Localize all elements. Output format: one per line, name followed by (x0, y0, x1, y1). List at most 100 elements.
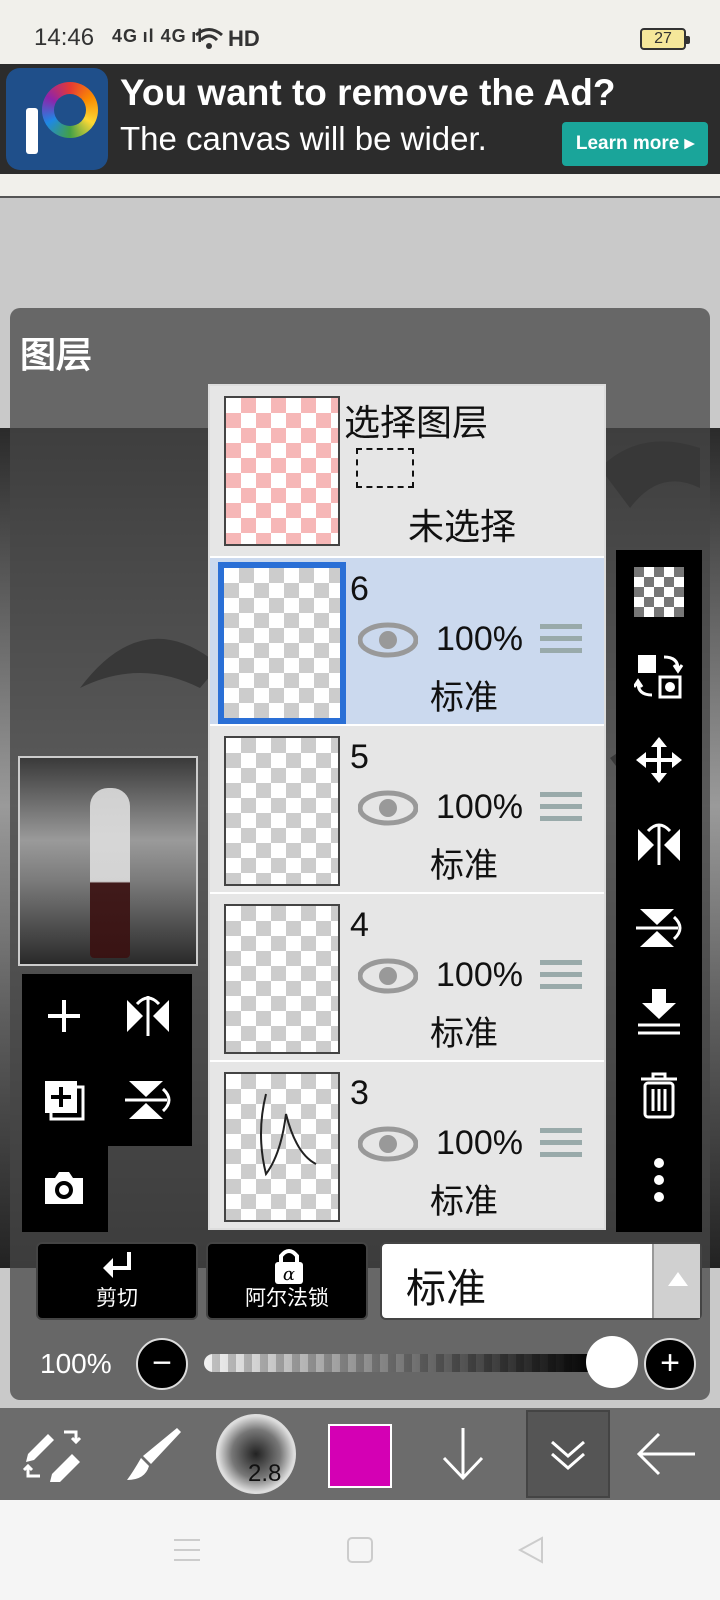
duplicate-layer-icon (45, 1081, 85, 1121)
thumbnail-figure (90, 788, 130, 958)
delete-layer-button[interactable] (616, 1054, 702, 1138)
more-options-button[interactable] (616, 1138, 702, 1222)
signal-icon: 4G ıl 4G ıl (112, 26, 204, 46)
visibility-eye-icon[interactable] (358, 1124, 418, 1164)
tool-switch-button[interactable] (10, 1408, 96, 1500)
lock-icon: α (275, 1249, 303, 1285)
layer-row[interactable]: 6 100% 标准 (210, 556, 604, 724)
left-layer-tools (22, 974, 192, 1232)
chevron-double-down-icon (551, 1440, 585, 1470)
hd-indicator: HD (228, 26, 260, 51)
opacity-slider[interactable] (204, 1354, 600, 1372)
opacity-decrease-button[interactable]: − (136, 1338, 188, 1390)
layer-thumbnail (224, 904, 340, 1054)
layer-number: 5 (350, 738, 369, 776)
ad-divider (0, 174, 720, 198)
merge-down-icon (638, 989, 680, 1035)
color-swatch-button[interactable] (328, 1424, 392, 1488)
layer-number: 6 (350, 570, 369, 608)
battery-icon: 27 (640, 28, 690, 50)
flip-horizontal-button[interactable] (106, 974, 190, 1058)
layer-blend-mode: 标准 (430, 678, 498, 718)
opacity-value: 100% (40, 1348, 112, 1379)
layer-opacity: 100% (436, 788, 523, 826)
blend-mode-value: 标准 (406, 1266, 486, 1312)
drag-handle-icon[interactable] (540, 960, 582, 996)
duplicate-layer-button[interactable] (22, 1058, 106, 1142)
canvas-thumbnail[interactable] (18, 756, 198, 966)
alpha-lock-button[interactable]: α 阿尔法锁 (206, 1242, 368, 1320)
plus-icon (48, 1000, 80, 1032)
visibility-eye-icon[interactable] (358, 956, 418, 996)
back-nav-icon[interactable] (516, 1534, 546, 1566)
trash-icon (641, 1072, 677, 1119)
clipping-button[interactable]: 剪切 (36, 1242, 198, 1320)
flip-vertical-icon (125, 1081, 171, 1119)
layer-blend-mode: 标准 (430, 1014, 498, 1054)
layer-sketch (260, 1093, 317, 1177)
panel-title: 图层 (20, 335, 93, 376)
menu-icon[interactable] (172, 1536, 202, 1564)
flip-horizontal-icon (127, 996, 169, 1036)
layer-thumbnail (218, 562, 346, 724)
arrow-down-icon (442, 1428, 484, 1481)
layer-menu-button[interactable] (526, 1410, 610, 1498)
layer-row[interactable]: 5 100% 标准 (210, 724, 604, 892)
layer-list[interactable]: 选择图层 未选择 6 100% 标准 5 100% 标准 4 100% 标准 3… (208, 384, 606, 1230)
right-layer-tools (616, 550, 702, 1232)
flip-vertical-button[interactable] (106, 1058, 190, 1142)
visibility-eye-icon[interactable] (358, 620, 418, 660)
learn-more-button[interactable]: Learn more ▸ (562, 122, 708, 166)
drag-handle-icon[interactable] (540, 792, 582, 828)
ad-subtitle: The canvas will be wider. (120, 120, 487, 157)
brush-icon (127, 1428, 181, 1480)
status-time: 14:46 (34, 24, 95, 51)
flip-layer-vertical-button[interactable] (616, 886, 702, 970)
more-vertical-icon (654, 1158, 664, 1202)
transparency-button[interactable] (616, 550, 702, 634)
camera-icon (45, 1172, 83, 1204)
dropdown-arrow-icon[interactable] (652, 1244, 700, 1318)
layer-blend-mode: 标准 (430, 1182, 498, 1222)
system-nav-bar (0, 1500, 720, 1600)
layer-down-button[interactable] (420, 1408, 506, 1500)
layer-thumbnail (224, 736, 340, 886)
opacity-increase-button[interactable]: + (644, 1338, 696, 1390)
layer-row[interactable]: 3 100% 标准 (210, 1060, 604, 1228)
drag-handle-icon[interactable] (540, 1128, 582, 1164)
layer-row[interactable]: 4 100% 标准 (210, 892, 604, 1060)
move-icon (636, 737, 682, 783)
wifi-icon (195, 28, 223, 49)
layer-opacity: 100% (436, 1124, 523, 1162)
home-icon[interactable] (346, 1536, 374, 1564)
alpha-lock-label: 阿尔法锁 (245, 1286, 329, 1310)
merge-down-button[interactable] (616, 970, 702, 1054)
layer-blend-mode: 标准 (430, 846, 498, 886)
layer-number: 4 (350, 906, 369, 944)
swap-layer-button[interactable] (616, 634, 702, 718)
checkerboard-icon (634, 567, 684, 617)
camera-import-button[interactable] (22, 1146, 106, 1230)
layer-number: 3 (350, 1074, 369, 1112)
ad-banner[interactable]: You want to remove the Ad? The canvas wi… (0, 64, 720, 174)
visibility-eye-icon[interactable] (358, 788, 418, 828)
pen-eraser-switch-icon (22, 1430, 82, 1482)
drag-handle-icon[interactable] (540, 624, 582, 660)
add-layer-button[interactable] (22, 974, 106, 1058)
selection-layer-thumbnail (224, 396, 340, 546)
flip-horizontal-icon (638, 823, 680, 865)
layer-opacity: 100% (436, 956, 523, 994)
arrow-left-icon (636, 1432, 695, 1476)
back-button[interactable] (620, 1408, 712, 1500)
blend-mode-select[interactable]: 标准 (380, 1242, 702, 1320)
flip-layer-horizontal-button[interactable] (616, 802, 702, 886)
status-bar: 14:46 4G ıl 4G ıl HD 27 (0, 0, 720, 64)
move-layer-button[interactable] (616, 718, 702, 802)
ad-title: You want to remove the Ad? (120, 72, 616, 113)
opacity-slider-knob[interactable] (586, 1336, 638, 1388)
selection-layer-row[interactable]: 选择图层 未选择 (210, 386, 604, 556)
brush-tool-button[interactable] (110, 1408, 196, 1500)
layer-opacity: 100% (436, 620, 523, 658)
layer-thumbnail (224, 1072, 340, 1222)
battery-level: 27 (654, 30, 672, 47)
